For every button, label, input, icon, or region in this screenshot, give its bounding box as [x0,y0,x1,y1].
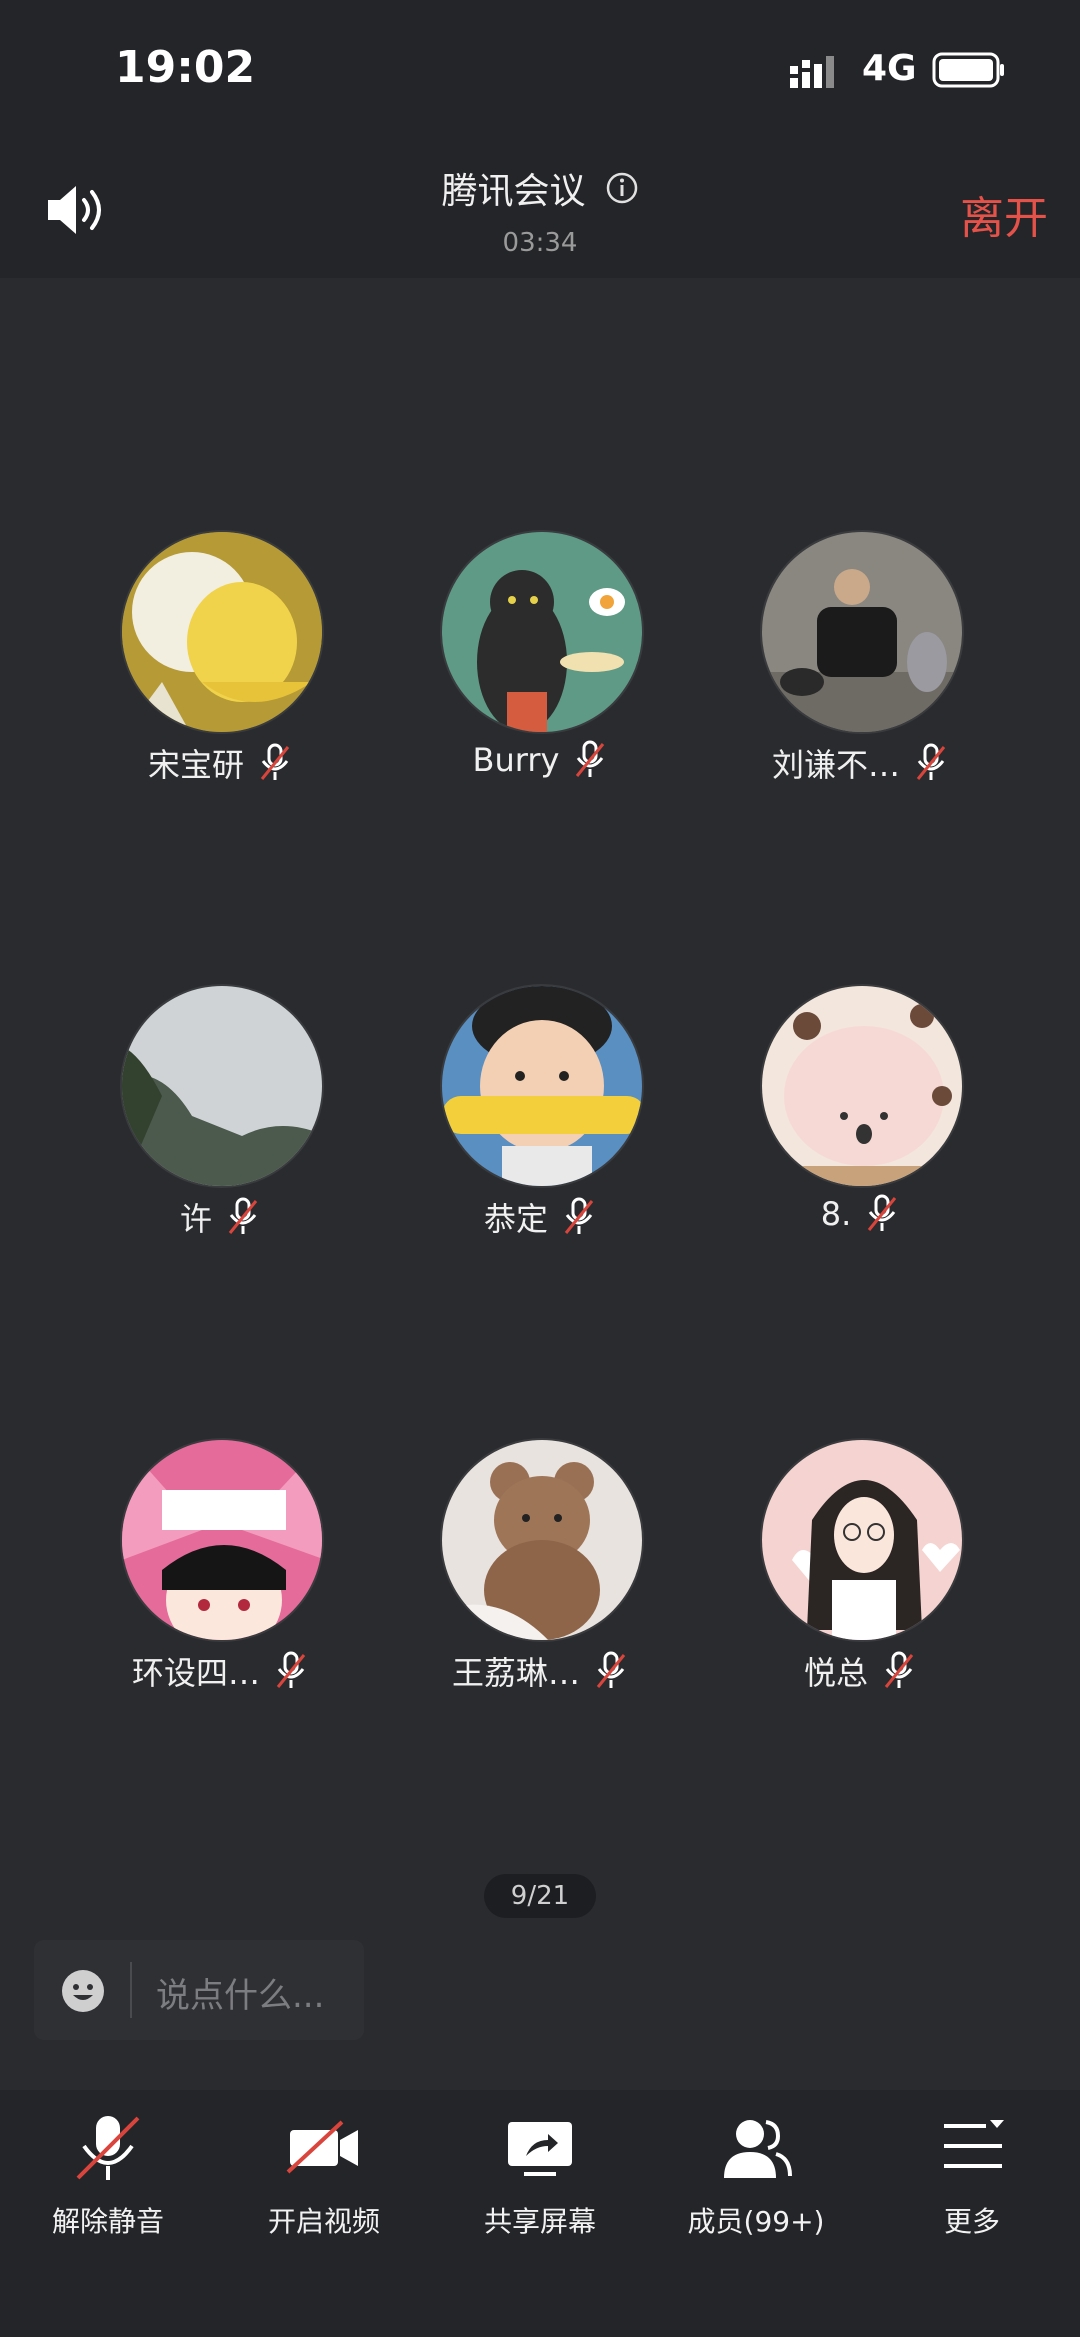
avatar [440,984,644,1188]
avatar [760,1438,964,1642]
participant-tile[interactable]: 刘谦不… [700,530,1020,830]
mic-muted-icon [276,1651,306,1688]
start-video-button[interactable]: 开启视频 [224,2110,424,2250]
start-video-label: 开启视频 [267,2205,380,2238]
battery-icon [932,52,1004,88]
signal-icon [790,56,834,88]
participant-tile[interactable]: 环设四… [60,1438,380,1738]
avatar [440,1438,644,1642]
meeting-title-row: 腾讯会议 [0,162,1080,214]
participant-name: Burry [472,741,560,779]
mic-muted-icon [260,743,290,780]
mic-muted-icon [868,1194,897,1231]
participant-tile[interactable]: 宋宝研 [60,530,380,830]
participant-tile[interactable]: 悦总 [700,1438,1020,1738]
participant-name: 悦总 [803,1654,868,1692]
avatar [120,1438,324,1642]
mic-muted-icon [916,743,946,780]
mic-muted-icon [884,1651,914,1688]
participant-tile[interactable]: 王荔琳… [380,1438,700,1738]
meeting-title[interactable]: 腾讯会议 [441,162,585,214]
members-label: 成员(99+) [687,2205,825,2238]
participant-name: 环设四… [131,1654,260,1692]
chat-input[interactable]: 说点什么... [34,1940,364,2040]
participant-name: 王荔琳… [451,1654,580,1692]
meeting-duration: 03:34 [502,228,578,258]
members-button[interactable]: 成员(99+) [656,2110,856,2250]
participant-name: 刘谦不… [771,746,900,784]
camera-off-icon [286,2120,358,2174]
mic-muted-icon [228,1197,258,1234]
share-screen-label: 共享屏幕 [483,2205,596,2238]
avatar [440,530,644,734]
leave-button[interactable]: 离开 [960,182,1048,246]
participant-tile[interactable]: 恭定 [380,984,700,1284]
share-screen-button[interactable]: 共享屏幕 [440,2110,640,2250]
clock: 19:02 [115,42,256,93]
more-button[interactable]: 更多 [872,2110,1072,2250]
participant-name: 恭定 [483,1200,548,1238]
unmute-label: 解除静音 [51,2205,164,2238]
participant-name: 许 [179,1200,212,1238]
info-icon[interactable] [605,171,639,205]
network-type: 4G [862,48,917,89]
participant-name: 宋宝研 [147,746,244,784]
more-label: 更多 [943,2205,1000,2238]
mic-muted-icon [564,1197,594,1234]
page-indicator: 9/21 [484,1874,596,1918]
mic-muted-icon [76,2116,140,2180]
avatar [120,530,324,734]
avatar [760,984,964,1188]
participant-name: 8. [820,1195,852,1233]
mic-muted-icon [596,1651,626,1688]
more-menu-icon [944,2120,1004,2168]
avatar [120,984,324,1188]
members-icon [724,2120,792,2178]
chat-placeholder: 说点什么... [156,1976,325,2016]
participant-tile[interactable]: 许 [60,984,380,1284]
chat-divider [130,1962,132,2018]
unmute-button[interactable]: 解除静音 [8,2110,208,2250]
share-screen-icon [508,2122,572,2176]
avatar [760,530,964,734]
mic-muted-icon [576,740,605,777]
participant-tile[interactable]: Burry [380,530,700,830]
participant-tile[interactable]: 8. [700,984,1020,1284]
emoji-icon[interactable] [60,1968,106,2014]
